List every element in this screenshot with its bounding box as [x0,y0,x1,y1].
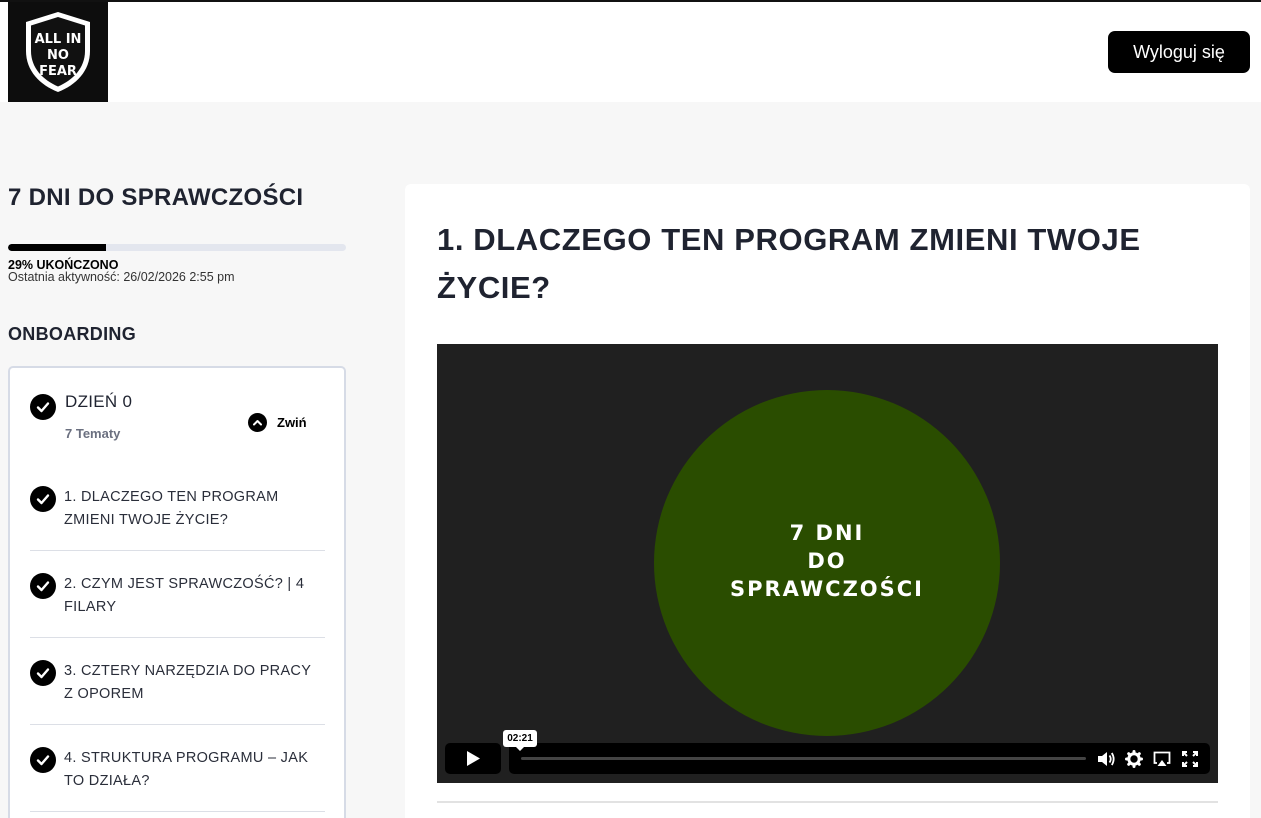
topic-divider [30,550,325,551]
last-activity: Ostatnia aktywność: 26/02/2026 2:55 pm [8,270,235,284]
topic-label: 1. DLACZEGO TEN PROGRAM ZMIENI TWOJE ŻYC… [64,489,279,528]
course-progress-bar [8,244,346,251]
settings-gear-icon[interactable] [1124,749,1144,769]
fullscreen-icon[interactable] [1180,749,1200,769]
svg-text:FEAR: FEAR [39,64,77,79]
topic-item[interactable]: 4. STRUKTURA PROGRAMU – JAK TO DZIAŁA? [30,739,325,818]
topic-completed-check-icon [30,660,56,686]
topic-completed-check-icon [30,573,56,599]
video-scrubber[interactable] [521,757,1086,760]
day-completed-check-icon [30,394,56,420]
topic-label: 2. CZYM JEST SPRAWCZOŚĆ? | 4 FILARY [64,576,305,615]
lesson-day-card: DZIEŃ 0 7 Tematy Zwiń 1. DLACZEGO TEN PR… [8,366,346,818]
svg-text:ALL IN: ALL IN [35,32,82,47]
lesson-title: 1. DLACZEGO TEN PROGRAM ZMIENI TWOJE ŻYC… [437,222,1141,305]
collapse-toggle[interactable]: Zwiń [248,413,307,432]
video-player[interactable]: 7 DNI DO SPRAWCZOŚCI 02:21 [437,344,1218,783]
video-poster-line: DO [807,549,847,573]
course-title: 7 DNI DO SPRAWCZOŚCI [8,184,304,211]
course-progress-fill [8,244,107,251]
video-poster-text: 7 DNI DO SPRAWCZOŚCI [654,519,1000,603]
volume-icon[interactable] [1096,749,1116,769]
logout-button[interactable]: Wyloguj się [1108,31,1250,73]
video-control-bar [509,743,1210,774]
video-poster-line: SPRAWCZOŚCI [730,577,924,601]
brand-logo[interactable]: ALL IN NO FEAR [8,2,108,102]
day-title: DZIEŃ 0 [65,392,133,411]
topic-label: 4. STRUKTURA PROGRAMU – JAK TO DZIAŁA? [64,750,309,789]
shield-logo-icon: ALL IN NO FEAR [26,12,90,92]
topic-label: 3. CZTERY NARZĘDZIA DO PRACY Z OPOREM [64,663,311,702]
topic-item[interactable]: 1. DLACZEGO TEN PROGRAM ZMIENI TWOJE ŻYC… [30,478,325,565]
topic-divider [30,637,325,638]
topic-divider [30,811,325,812]
chevron-up-icon [248,413,267,432]
topics-count: 7 Tematy [65,426,121,441]
topic-divider [30,724,325,725]
content-divider [437,801,1218,803]
airplay-icon[interactable] [1152,749,1172,769]
collapse-label: Zwiń [277,415,307,430]
section-title: ONBOARDING [8,324,136,344]
topic-item[interactable]: 3. CZTERY NARZĘDZIA DO PRACY Z OPOREM [30,652,325,739]
play-button[interactable] [445,743,501,774]
svg-text:NO: NO [47,48,69,63]
video-poster-line: 7 DNI [789,521,865,545]
top-header: ALL IN NO FEAR Wyloguj się [0,2,1261,102]
play-icon [467,751,480,766]
time-tooltip: 02:21 [503,730,537,751]
topic-item[interactable]: 2. CZYM JEST SPRAWCZOŚĆ? | 4 FILARY [30,565,325,652]
topic-completed-check-icon [30,486,56,512]
topic-completed-check-icon [30,747,56,773]
